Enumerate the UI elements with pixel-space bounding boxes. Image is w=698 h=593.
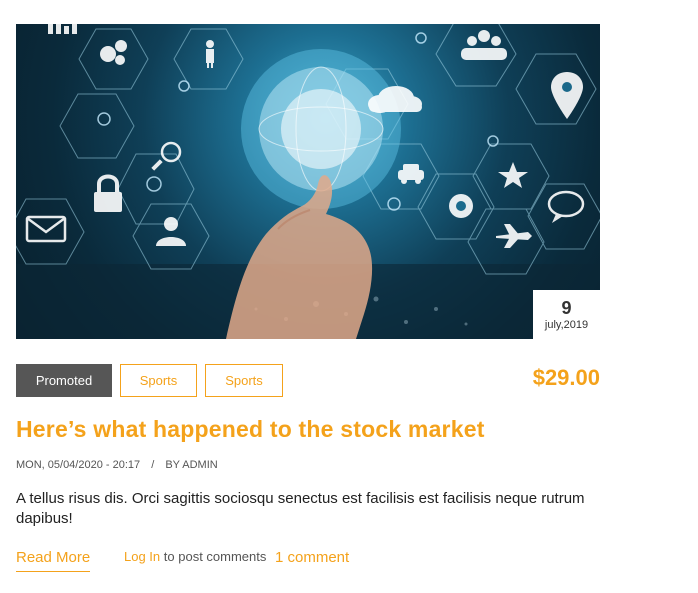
meta-separator: / <box>151 459 155 471</box>
tag-sports[interactable]: Sports <box>205 364 283 397</box>
chat-icon <box>547 190 585 223</box>
group-icon <box>461 30 507 60</box>
article-author: BY ADMIN <box>165 459 218 471</box>
star-icon <box>498 162 528 188</box>
date-badge: 9 july,2019 <box>533 290 600 339</box>
lock-icon <box>94 174 122 212</box>
article-title[interactable]: Here’s what happened to the stock market <box>16 416 485 443</box>
article-image[interactable] <box>16 24 600 339</box>
map-pin-icon <box>551 72 583 119</box>
tag-promoted[interactable]: Promoted <box>16 364 112 397</box>
article-date: MON, 05/04/2020 - 20:17 <box>16 459 141 471</box>
user-icon <box>156 217 186 246</box>
date-month-year: july,2019 <box>544 319 589 331</box>
article-meta: MON, 05/04/2020 - 20:17 / BY ADMIN <box>16 459 218 471</box>
search-icon <box>151 141 182 171</box>
price: $29.00 <box>532 365 600 390</box>
mail-icon <box>25 215 67 243</box>
read-more-link[interactable]: Read More <box>16 549 91 572</box>
login-link[interactable]: Log In <box>124 549 160 564</box>
bar-chart-icon <box>48 24 77 34</box>
comments-link[interactable]: 1 comment <box>275 549 349 566</box>
login-prompt: Log In to post comments <box>124 549 266 564</box>
plane-icon <box>496 224 532 248</box>
person-icon <box>206 40 214 68</box>
article-body: A tellus risus dis. Orci sagittis socios… <box>16 490 585 527</box>
login-suffix: to post comments <box>163 549 267 564</box>
car-icon <box>398 164 424 184</box>
settings-icon <box>449 194 473 218</box>
tag-sports[interactable]: Sports <box>120 364 197 397</box>
gears-icon <box>100 40 127 65</box>
date-day: 9 <box>561 298 572 318</box>
